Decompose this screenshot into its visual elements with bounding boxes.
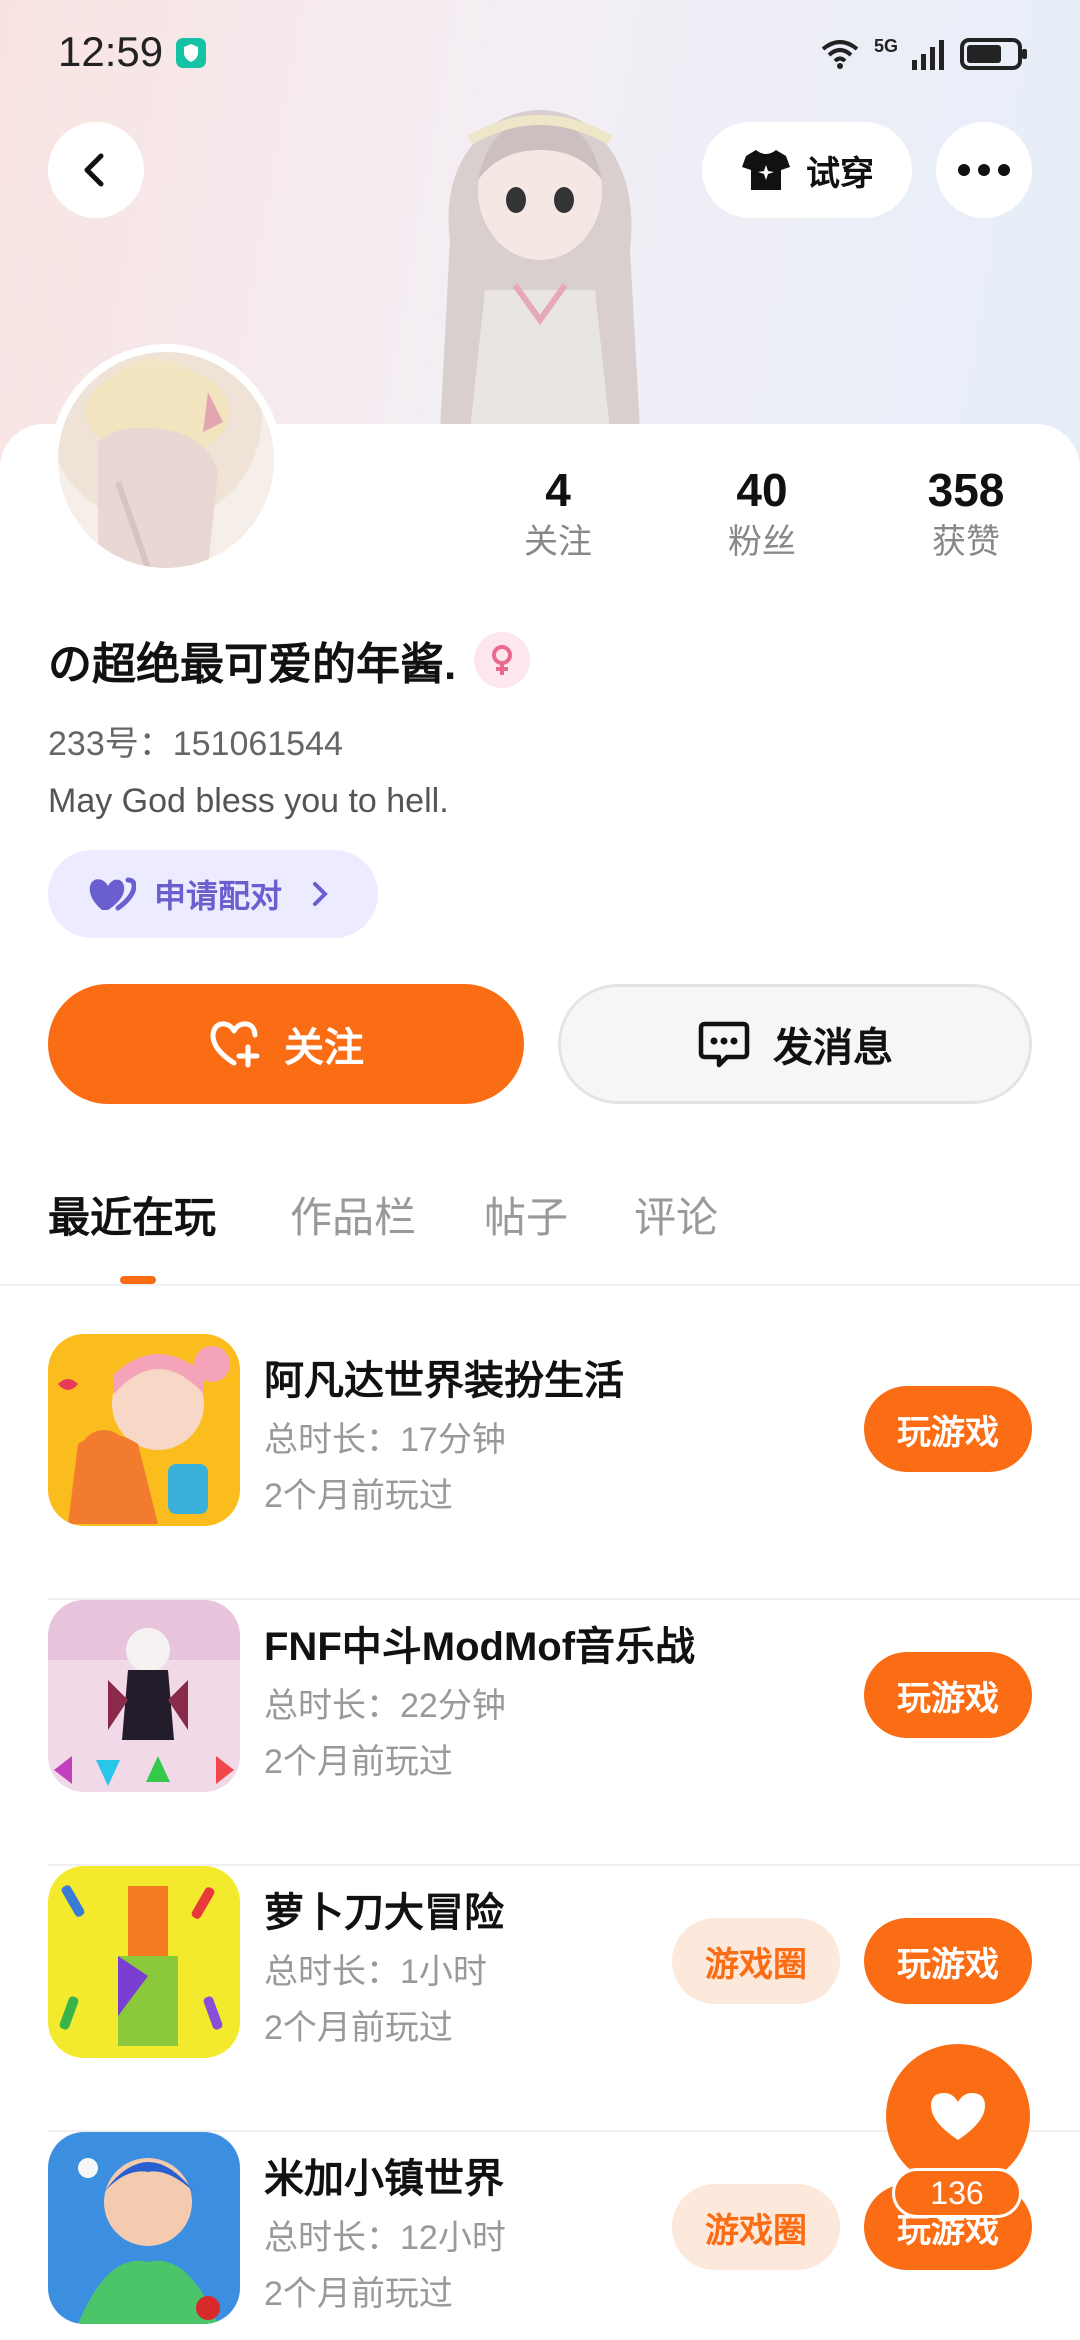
game-icon-avatar-world[interactable]	[48, 1334, 240, 1526]
profile-tabs: 最近在玩 作品栏 帖子 评论	[0, 1184, 1080, 1284]
heart-icon	[931, 2093, 985, 2140]
apply-pairing-label: 申请配对	[154, 878, 283, 914]
stat-value: 358	[927, 464, 1005, 516]
tab-comments[interactable]: 评论	[634, 1184, 718, 1245]
battery-icon	[960, 38, 1027, 70]
try-on-label: 试穿	[806, 154, 874, 193]
game-duration: 总时长：17分钟	[264, 1421, 506, 1459]
heart-add-icon	[210, 1021, 260, 1068]
follow-button[interactable]: 关注	[48, 984, 524, 1104]
play-game-button[interactable]: 玩游戏	[864, 1918, 1032, 2004]
active-tab-indicator	[120, 1276, 156, 1284]
username-text: の超绝最可爱的年酱.	[48, 640, 457, 689]
avatar-character-image	[440, 110, 640, 430]
shield-icon	[176, 38, 206, 68]
game-duration: 总时长：22分钟	[264, 1687, 506, 1725]
status-bar: 12:59 5G	[0, 0, 1080, 110]
stat-likes[interactable]: 358 获赞	[886, 462, 1046, 566]
follow-label: 关注	[284, 1026, 364, 1070]
chevron-left-icon	[84, 153, 104, 187]
game-circle-button[interactable]: 游戏圈	[672, 2184, 840, 2270]
try-on-button[interactable]: 试穿	[702, 122, 912, 218]
wifi-icon	[821, 40, 859, 69]
stat-following[interactable]: 4 关注	[478, 462, 638, 566]
game-title: 萝卜刀大冒险	[264, 1891, 504, 1935]
tab-works[interactable]: 作品栏	[290, 1184, 416, 1245]
signal-icon	[912, 40, 944, 70]
chat-bubble-icon	[698, 1021, 750, 1068]
like-count-badge: 136	[892, 2168, 1022, 2218]
tab-posts[interactable]: 帖子	[484, 1184, 568, 1245]
send-message-label: 发消息	[773, 1026, 893, 1070]
stat-label: 粉丝	[728, 523, 796, 561]
apply-pairing-button[interactable]: 申请配对	[48, 850, 378, 938]
status-time: 12:59	[58, 28, 164, 75]
more-icon	[958, 164, 1010, 176]
like-fab-button[interactable]	[886, 2044, 1030, 2188]
user-bio: May God bless you to hell.	[48, 782, 449, 820]
tabs-divider	[0, 1284, 1080, 1286]
game-duration: 总时长：12小时	[264, 2219, 506, 2257]
female-icon	[474, 632, 531, 688]
tab-recently-played[interactable]: 最近在玩	[48, 1184, 216, 1245]
game-last-played: 2个月前玩过	[264, 1743, 453, 1781]
game-last-played: 2个月前玩过	[264, 2275, 453, 2313]
stat-value: 40	[736, 464, 788, 516]
profile-stats: 4 关注 40 粉丝 358 获赞	[0, 462, 1080, 582]
game-row[interactable]: FNF中斗ModMof音乐战 总时长：22分钟 2个月前玩过 玩游戏	[0, 1600, 1080, 1866]
status-icons: 5G	[820, 34, 1027, 74]
game-row[interactable]: 阿凡达世界装扮生活 总时长：17分钟 2个月前玩过 玩游戏	[0, 1334, 1080, 1600]
game-last-played: 2个月前玩过	[264, 1477, 453, 1515]
chevron-right-icon	[313, 882, 328, 906]
game-title: 阿凡达世界装扮生活	[264, 1359, 624, 1403]
game-title: FNF中斗ModMof音乐战	[264, 1625, 696, 1669]
more-options-button[interactable]	[936, 122, 1032, 218]
stat-label: 关注	[524, 523, 592, 561]
stat-label: 获赞	[932, 523, 1000, 561]
send-message-button[interactable]: 发消息	[558, 984, 1032, 1104]
play-game-button[interactable]: 玩游戏	[864, 1652, 1032, 1738]
game-title: 米加小镇世界	[264, 2157, 504, 2201]
user-id: 233号：151061544	[48, 725, 343, 763]
play-game-button[interactable]: 玩游戏	[864, 1386, 1032, 1472]
tshirt-icon	[742, 150, 790, 190]
network-type: 5G	[873, 35, 898, 56]
username: の超绝最可爱的年酱.	[48, 628, 531, 692]
back-button[interactable]	[48, 122, 144, 218]
game-icon-radish-knife[interactable]	[48, 1866, 240, 2058]
game-icon-fnf[interactable]	[48, 1600, 240, 1792]
stat-followers[interactable]: 40 粉丝	[682, 462, 842, 566]
game-icon-miga-town[interactable]	[48, 2132, 240, 2324]
game-circle-button[interactable]: 游戏圈	[672, 1918, 840, 2004]
stat-value: 4	[545, 464, 571, 516]
hearts-icon	[89, 877, 136, 911]
game-duration: 总时长：1小时	[264, 1953, 487, 1991]
game-last-played: 2个月前玩过	[264, 2009, 453, 2047]
